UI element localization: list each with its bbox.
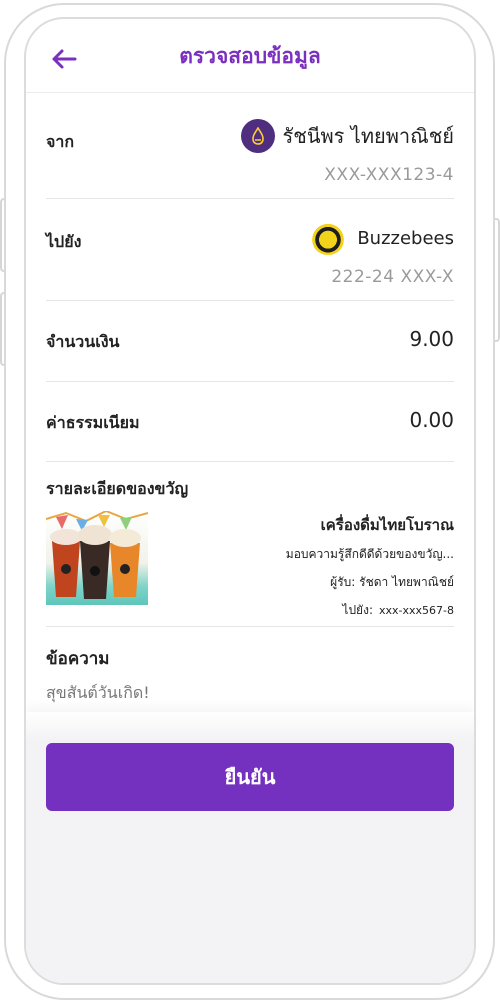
gift-divider [46, 626, 454, 627]
message-label: ข้อความ [46, 649, 110, 669]
gift-details: เครื่องดื่มไทยโบราณ มอบความรู้สึกดีดีด้ว… [286, 513, 454, 629]
fee-label: ค่าธรรมเนียม [46, 413, 140, 432]
amount-value: 9.00 [409, 327, 454, 351]
gift-drinks-image [46, 511, 148, 605]
recipient-account: 222-24 XXX-X [331, 267, 454, 287]
buzzebees-logo-icon [311, 221, 346, 255]
gift-details-label: รายละเอียดของขวัญ [46, 479, 189, 498]
confirm-button[interactable]: ยืนยัน [46, 743, 454, 811]
gift-name: เครื่องดื่มไทยโบราณ [320, 516, 454, 534]
amount-row: จำนวนเงิน 9.00 [46, 301, 454, 382]
amount-label: จำนวนเงิน [46, 332, 120, 351]
fee-value: 0.00 [409, 408, 454, 432]
gift-description: มอบความรู้สึกดีดีด้วยของขวัญ... [285, 547, 454, 561]
app-screen: ตรวจสอบข้อมูล จาก รัชนีพร ไทยพาณิชย์ XXX… [24, 17, 476, 985]
from-label: จาก [46, 132, 75, 151]
gift-destination: ไปยัง: xxx-xxx567-8 [286, 601, 454, 620]
from-row: จาก รัชนีพร ไทยพาณิชย์ XXX-XXX123-4 [46, 93, 454, 199]
phone-frame: ตรวจสอบข้อมูล จาก รัชนีพร ไทยพาณิชย์ XXX… [0, 0, 500, 1004]
gift-recipient: ผู้รับ: รัชดา ไทยพาณิชย์ [330, 575, 454, 589]
fee-row: ค่าธรรมเนียม 0.00 [46, 382, 454, 462]
message-text: สุขสันต์วันเกิด! [46, 683, 150, 702]
scb-bank-logo-icon [240, 119, 275, 153]
recipient-name: Buzzebees [357, 227, 454, 249]
arrow-left-icon [52, 49, 77, 69]
top-bar: ตรวจสอบข้อมูล [26, 19, 474, 93]
sender-account: XXX-XXX123-4 [324, 165, 454, 185]
to-row: ไปยัง Buzzebees 222-24 XXX-X [46, 199, 454, 301]
gift-destination-label: ไปยัง: [342, 603, 373, 617]
gift-destination-account: xxx-xxx567-8 [379, 604, 454, 617]
to-label: ไปยัง [46, 232, 82, 251]
back-button[interactable] [50, 45, 78, 73]
to-value: Buzzebees 222-24 XXX-X [311, 221, 454, 287]
page-title: ตรวจสอบข้อมูล [179, 44, 321, 68]
bottom-action-area: ยืนยัน [26, 712, 474, 983]
sender-name: รัชนีพร ไทยพาณิชย์ [282, 124, 455, 148]
from-value: รัชนีพร ไทยพาณิชย์ XXX-XXX123-4 [240, 119, 455, 185]
